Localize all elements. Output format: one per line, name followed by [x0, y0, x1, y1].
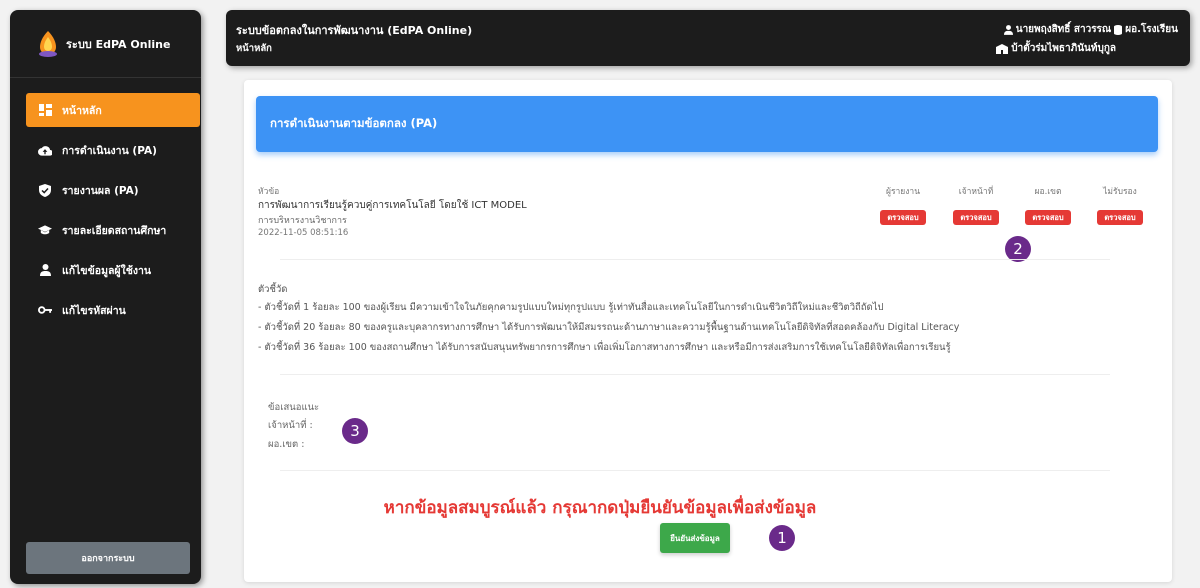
sidebar-item-profile[interactable]: แก้ไขข้อมูลผู้ใช้งาน	[26, 253, 200, 287]
sidebar-item-operation[interactable]: การดำเนินงาน (PA)	[26, 133, 200, 167]
confirm-submit-button[interactable]: ยืนยันส่งข้อมูล	[660, 523, 730, 553]
logout-button[interactable]: ออกจากระบบ	[26, 542, 190, 574]
logo-icon	[39, 30, 57, 57]
status-col-officer: เจ้าหน้าที่	[958, 187, 994, 197]
dashboard-icon	[38, 103, 52, 117]
sidebar-item-label: แก้ไขข้อมูลผู้ใช้งาน	[62, 264, 152, 277]
topbar: ระบบข้อตกลงในการพัฒนางาน (EdPA Online) ห…	[226, 10, 1190, 66]
database-icon	[1114, 24, 1123, 35]
user-icon	[38, 263, 52, 277]
brand[interactable]: ระบบ EdPA Online	[10, 10, 201, 78]
topic-area: การบริหารงานวิชาการ	[258, 216, 347, 226]
sidebar-item-label: รายงานผล (PA)	[62, 184, 139, 197]
card-header: การดำเนินงานตามข้อตกลง (PA)	[256, 96, 1158, 152]
indicators-label: ตัวชี้วัด	[258, 284, 288, 295]
status-badge[interactable]: ตรวจสอบ	[880, 210, 926, 225]
user-name: นายพฤงสิทธิ์ สาวรรณ	[1015, 24, 1112, 35]
school-name: บ้าตั้วร่มไพธาภินันท์บุกูล	[1011, 43, 1116, 54]
status-col-reject: ไม่รับรอง	[1103, 187, 1137, 197]
school-info: บ้าตั้วร่มไพธาภินันท์บุกูล	[996, 41, 1116, 56]
indicator-item: - ตัวชี้วัดที่ 36 ร้อยละ 100 ของสถานศึกษ…	[258, 342, 951, 353]
sidebar-item-label: รายละเอียดสถานศึกษา	[62, 224, 167, 237]
status-col-reporter: ผู้รายงาน	[885, 187, 921, 197]
suggest-officer: เจ้าหน้าที่ :	[268, 420, 313, 431]
indicator-item: - ตัวชี้วัดที่ 1 ร้อยละ 100 ของผู้เรียน …	[258, 302, 884, 313]
indicator-item: - ตัวชี้วัดที่ 20 ร้อยละ 80 ของครูและบุค…	[258, 322, 960, 333]
graduation-cap-icon	[38, 223, 52, 237]
topic-label: หัวข้อ	[258, 187, 280, 197]
cloud-upload-icon	[38, 143, 52, 157]
divider	[280, 470, 1110, 471]
marker-3: 3	[342, 418, 368, 444]
status-badge[interactable]: ตรวจสอบ	[953, 210, 999, 225]
suggest-label: ข้อเสนอแนะ	[268, 402, 320, 413]
user-info: นายพฤงสิทธิ์ สาวรรณ ผอ.โรงเรียน	[1003, 22, 1178, 37]
topic-title: การพัฒนาการเรียนรู้ควบคู่การเทคโนโลยี โด…	[258, 200, 527, 211]
status-col-director: ผอ.เขต	[1034, 187, 1062, 197]
shield-check-icon	[38, 183, 52, 197]
suggest-director: ผอ.เขต :	[268, 439, 305, 450]
sidebar-item-label: หน้าหลัก	[62, 104, 102, 117]
sidebar-item-home[interactable]: หน้าหลัก	[26, 93, 200, 127]
school-icon	[996, 43, 1009, 54]
sidebar-item-password[interactable]: แก้ไขรหัสผ่าน	[26, 293, 200, 327]
user-icon	[1003, 24, 1013, 35]
sidebar-item-school[interactable]: รายละเอียดสถานศึกษา	[26, 213, 200, 247]
divider	[280, 374, 1110, 375]
user-role: ผอ.โรงเรียน	[1125, 24, 1178, 35]
divider	[280, 259, 1110, 260]
marker-1: 1	[769, 525, 795, 551]
status-badge[interactable]: ตรวจสอบ	[1025, 210, 1071, 225]
sidebar-item-label: แก้ไขรหัสผ่าน	[62, 304, 126, 317]
brand-name: ระบบ EdPA Online	[66, 37, 171, 51]
breadcrumb: หน้าหลัก	[236, 43, 272, 54]
topic-date: 2022-11-05 08:51:16	[258, 228, 349, 238]
sidebar-nav: หน้าหลัก การดำเนินงาน (PA) รายงานผล (PA)…	[26, 93, 200, 333]
sidebar-item-label: การดำเนินงาน (PA)	[62, 144, 157, 157]
sidebar-item-report[interactable]: รายงานผล (PA)	[26, 173, 200, 207]
status-badge[interactable]: ตรวจสอบ	[1097, 210, 1143, 225]
key-icon	[38, 303, 52, 317]
confirm-warning: หากข้อมูลสมบูรณ์แล้ว กรุณากดปุ่มยืนยันข้…	[383, 498, 817, 518]
page-title: ระบบข้อตกลงในการพัฒนางาน (EdPA Online)	[236, 24, 473, 37]
